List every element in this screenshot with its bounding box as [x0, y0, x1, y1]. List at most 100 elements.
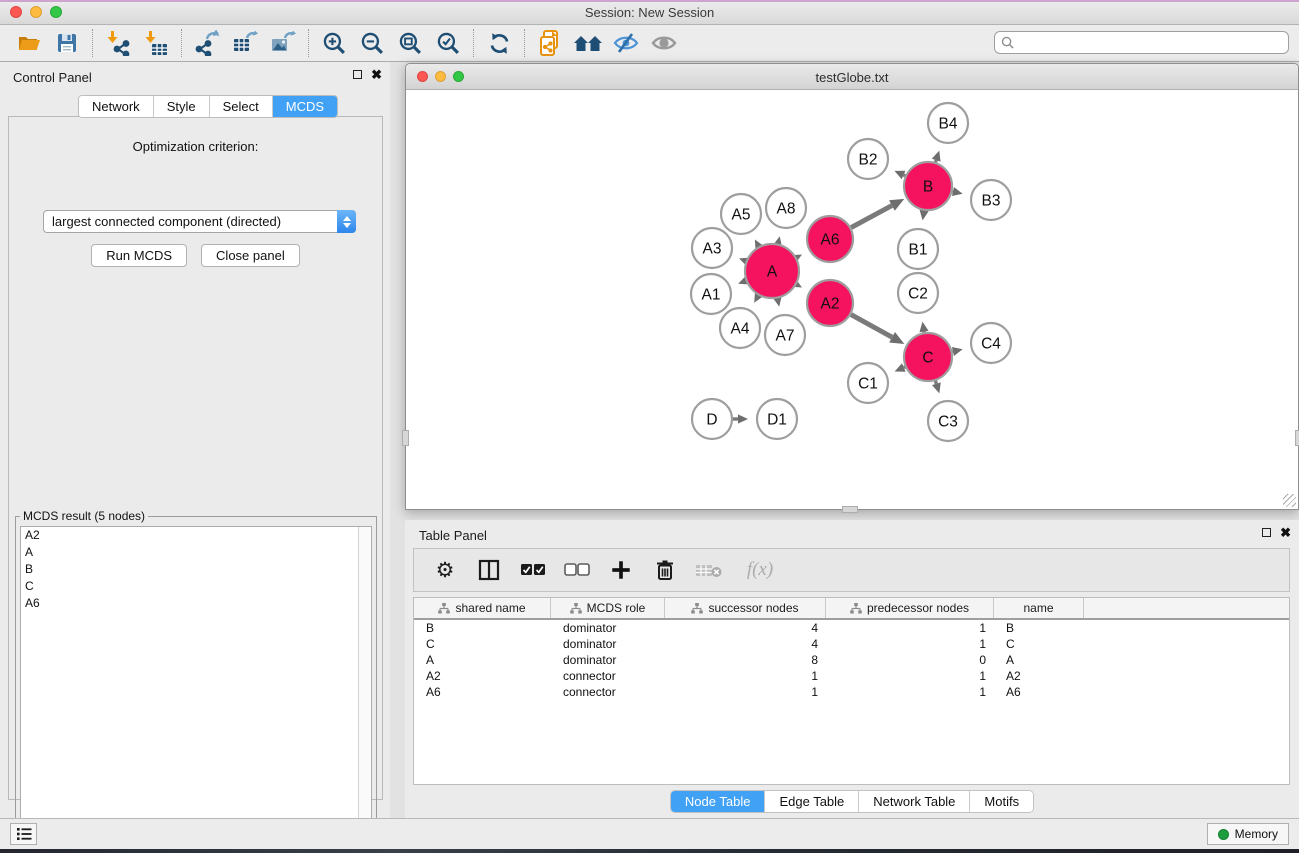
mcds-result-item[interactable]: B — [21, 561, 371, 578]
edge-B-B4[interactable] — [936, 160, 937, 162]
export-table-button[interactable] — [226, 27, 264, 59]
close-panel-button[interactable]: Close panel — [201, 244, 300, 267]
select-all-columns-button[interactable] — [518, 554, 548, 586]
control-tab-select[interactable]: Select — [210, 96, 273, 117]
delete-table-button[interactable] — [694, 554, 724, 586]
left-resize-handle[interactable] — [402, 430, 409, 446]
graph-node-C[interactable]: C — [904, 333, 952, 381]
column-header-shared-name[interactable]: shared name — [414, 598, 551, 618]
settings-gear-button[interactable]: ⚙ — [430, 554, 460, 586]
panel-menu-button[interactable] — [10, 823, 37, 845]
create-column-button[interactable] — [606, 554, 636, 586]
node-label: B4 — [939, 116, 958, 133]
import-table-button[interactable] — [137, 27, 175, 59]
graph-node-C2[interactable]: C2 — [898, 273, 938, 313]
delete-columns-button[interactable] — [650, 554, 680, 586]
control-tab-network[interactable]: Network — [79, 96, 154, 117]
table-row[interactable]: A2connector11A2 — [414, 668, 1289, 684]
close-panel-icon[interactable]: ✖ — [371, 69, 382, 80]
result-scrollbar[interactable] — [358, 527, 371, 851]
graph-node-A8[interactable]: A8 — [766, 188, 806, 228]
apply-layout-button[interactable] — [480, 27, 518, 59]
unselect-all-columns-button[interactable] — [562, 554, 592, 586]
control-tab-style[interactable]: Style — [154, 96, 210, 117]
graph-node-B1[interactable]: B1 — [898, 229, 938, 269]
table-row[interactable]: Cdominator41C — [414, 636, 1289, 652]
network-canvas[interactable]: B4 B2 B B3 A8A5 A6 A3 B1 A A1 C2 A2 A4A7 C4 C C1 C3 D D1 — [406, 90, 1298, 509]
column-header-name[interactable]: name — [994, 598, 1084, 618]
memory-button[interactable]: Memory — [1207, 823, 1289, 845]
zoom-fit-button[interactable] — [391, 27, 429, 59]
function-builder-button[interactable]: f(x) — [738, 554, 782, 586]
export-network-button[interactable] — [188, 27, 226, 59]
table-tab-network-table[interactable]: Network Table — [859, 791, 970, 812]
control-tab-mcds[interactable]: MCDS — [273, 96, 337, 117]
graph-node-A3[interactable]: A3 — [692, 228, 732, 268]
search-field[interactable] — [994, 31, 1289, 54]
shared-column-icon — [691, 603, 703, 614]
graph-node-A4[interactable]: A4 — [720, 308, 760, 348]
open-session-button[interactable] — [10, 27, 48, 59]
graph-node-B3[interactable]: B3 — [971, 180, 1011, 220]
graph-node-D[interactable]: D — [692, 399, 732, 439]
graph-node-A2[interactable]: A2 — [807, 280, 853, 326]
graph-node-A1[interactable]: A1 — [691, 274, 731, 314]
run-mcds-button[interactable]: Run MCDS — [91, 244, 187, 267]
window-resize-grip[interactable] — [1283, 494, 1296, 507]
zoom-out-button[interactable] — [353, 27, 391, 59]
graph-node-C1[interactable]: C1 — [848, 363, 888, 403]
table-tab-motifs[interactable]: Motifs — [970, 791, 1033, 812]
graph-node-A5[interactable]: A5 — [721, 194, 761, 234]
table-cell: 1 — [826, 636, 994, 652]
mcds-result-item[interactable]: C — [21, 578, 371, 595]
graph-node-C4[interactable]: C4 — [971, 323, 1011, 363]
table-row[interactable]: Adominator80A — [414, 652, 1289, 668]
show-all-button[interactable] — [645, 27, 683, 59]
bottom-resize-handle[interactable] — [842, 506, 858, 513]
mcds-result-item[interactable]: A6 — [21, 595, 371, 612]
export-image-button[interactable] — [264, 27, 302, 59]
graph-node-B2[interactable]: B2 — [848, 139, 888, 179]
network-window-titlebar[interactable]: testGlobe.txt — [406, 64, 1298, 90]
table-row[interactable]: A6connector11A6 — [414, 684, 1289, 700]
column-header-label: MCDS role — [587, 601, 646, 615]
mcds-result-list[interactable]: A2ABCA6 — [20, 526, 372, 852]
table-row[interactable]: Bdominator41B — [414, 620, 1289, 636]
split-panel-button[interactable] — [474, 554, 504, 586]
import-network-button[interactable] — [99, 27, 137, 59]
control-panel: Control Panel ✖ NetworkStyleSelectMCDS O… — [0, 62, 390, 818]
graph-node-D1[interactable]: D1 — [757, 399, 797, 439]
hide-selected-button[interactable] — [607, 27, 645, 59]
edge-A6-B[interactable] — [851, 206, 892, 228]
graph-node-B4[interactable]: B4 — [928, 103, 968, 143]
zoom-in-icon — [322, 31, 347, 56]
column-header-MCDS-role[interactable]: MCDS role — [551, 598, 665, 618]
column-header-predecessor-nodes[interactable]: predecessor nodes — [826, 598, 994, 618]
graph-node-B[interactable]: B — [904, 162, 952, 210]
zoom-in-button[interactable] — [315, 27, 353, 59]
search-input[interactable] — [1018, 36, 1288, 50]
graph-node-C3[interactable]: C3 — [928, 401, 968, 441]
optimization-criterion-select[interactable]: largest connected component (directed) — [43, 210, 356, 233]
right-resize-handle[interactable] — [1295, 430, 1299, 446]
column-header-successor-nodes[interactable]: successor nodes — [665, 598, 826, 618]
table-tab-node-table[interactable]: Node Table — [671, 791, 766, 812]
zoom-selected-button[interactable] — [429, 27, 467, 59]
edge-A2-C[interactable] — [851, 315, 892, 338]
float-table-panel-icon[interactable] — [1262, 528, 1271, 537]
mcds-result-item[interactable]: A — [21, 544, 371, 561]
new-network-from-selection-button[interactable] — [531, 27, 569, 59]
graph-node-A7[interactable]: A7 — [765, 315, 805, 355]
network-view-window[interactable]: testGlobe.txt B4 B2 B B3 A8A5 A6 A3 B1 A A1 C2 A2 A4… — [405, 63, 1299, 510]
mcds-result-item[interactable]: A2 — [21, 527, 371, 544]
save-session-button[interactable] — [48, 27, 86, 59]
edge-B-B2[interactable] — [904, 175, 906, 176]
close-table-panel-icon[interactable]: ✖ — [1280, 527, 1291, 538]
graph-node-A[interactable]: A — [745, 244, 799, 298]
edge-C-C1[interactable] — [904, 367, 905, 368]
graph-node-A6[interactable]: A6 — [807, 216, 853, 262]
edge-C-C3[interactable] — [935, 381, 936, 384]
float-panel-icon[interactable] — [353, 70, 362, 79]
first-neighbors-button[interactable] — [569, 27, 607, 59]
table-tab-edge-table[interactable]: Edge Table — [765, 791, 859, 812]
